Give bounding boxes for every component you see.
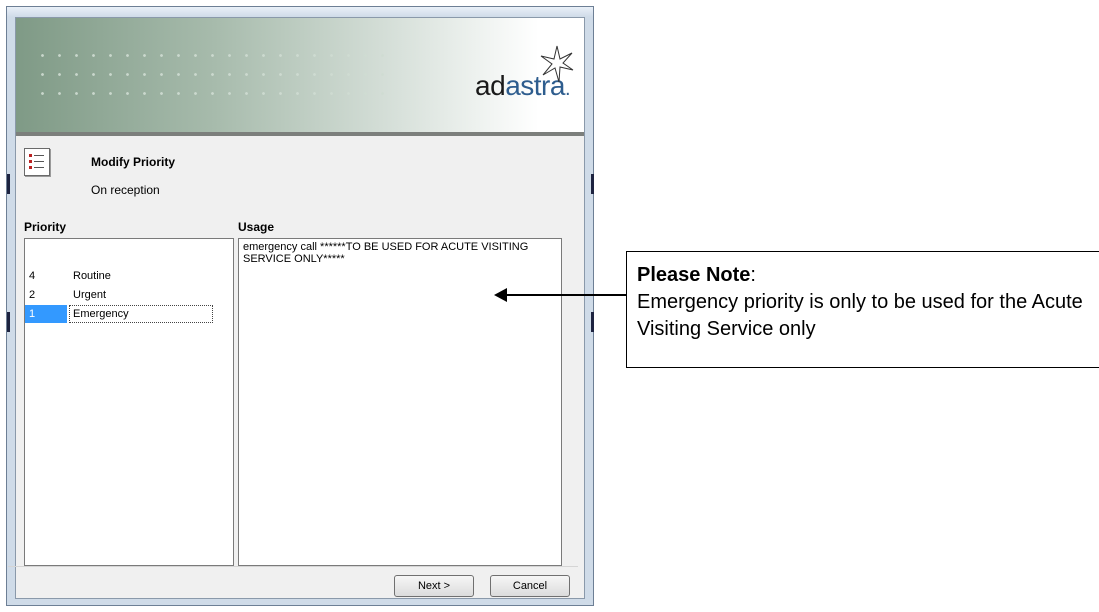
callout-body: Emergency priority is only to be used fo… xyxy=(637,291,1083,340)
header-banner: adastra. xyxy=(16,18,584,132)
page-title: Modify Priority xyxy=(91,155,176,169)
cancel-button[interactable]: Cancel xyxy=(490,575,570,597)
banner-dot-pattern xyxy=(34,46,394,106)
callout-colon: : xyxy=(750,264,756,286)
page-subtitle: On reception xyxy=(91,183,160,197)
priority-column-label: Priority xyxy=(24,220,67,234)
footer-separator xyxy=(8,566,578,567)
priority-listbox[interactable]: 4 Routine 2 Urgent 1 Emergency xyxy=(24,238,234,566)
callout-heading: Please Note xyxy=(637,264,751,286)
frame-edge-mark xyxy=(591,174,594,194)
priority-name: Urgent xyxy=(73,289,107,301)
priority-number: 4 xyxy=(29,270,36,282)
frame-edge-mark xyxy=(591,312,594,332)
frame-edge-mark xyxy=(7,312,10,332)
banner-separator xyxy=(16,132,584,136)
star-logo-icon xyxy=(540,45,574,83)
next-button[interactable]: Next > xyxy=(394,575,474,597)
callout-arrow-head-icon xyxy=(494,288,507,302)
window-top-border xyxy=(7,7,593,17)
task-list-icon xyxy=(24,148,50,176)
callout-arrow-line xyxy=(505,294,626,296)
priority-number: 1 xyxy=(25,305,67,323)
priority-name: Routine xyxy=(73,270,111,282)
priority-item-emergency[interactable]: 1 Emergency xyxy=(25,305,233,323)
callout-note-box: Please Note: Emergency priority is only … xyxy=(626,251,1099,368)
priority-item-urgent[interactable]: 2 Urgent xyxy=(25,286,233,304)
usage-column-label: Usage xyxy=(238,220,275,234)
priority-number: 2 xyxy=(29,289,36,301)
frame-edge-mark xyxy=(7,174,10,194)
callout-heading-line: Please Note: xyxy=(637,262,1089,289)
usage-textbox[interactable]: emergency call ******TO BE USED FOR ACUT… xyxy=(238,238,562,566)
priority-name: Emergency xyxy=(69,305,213,323)
priority-item-routine[interactable]: 4 Routine xyxy=(25,267,233,285)
